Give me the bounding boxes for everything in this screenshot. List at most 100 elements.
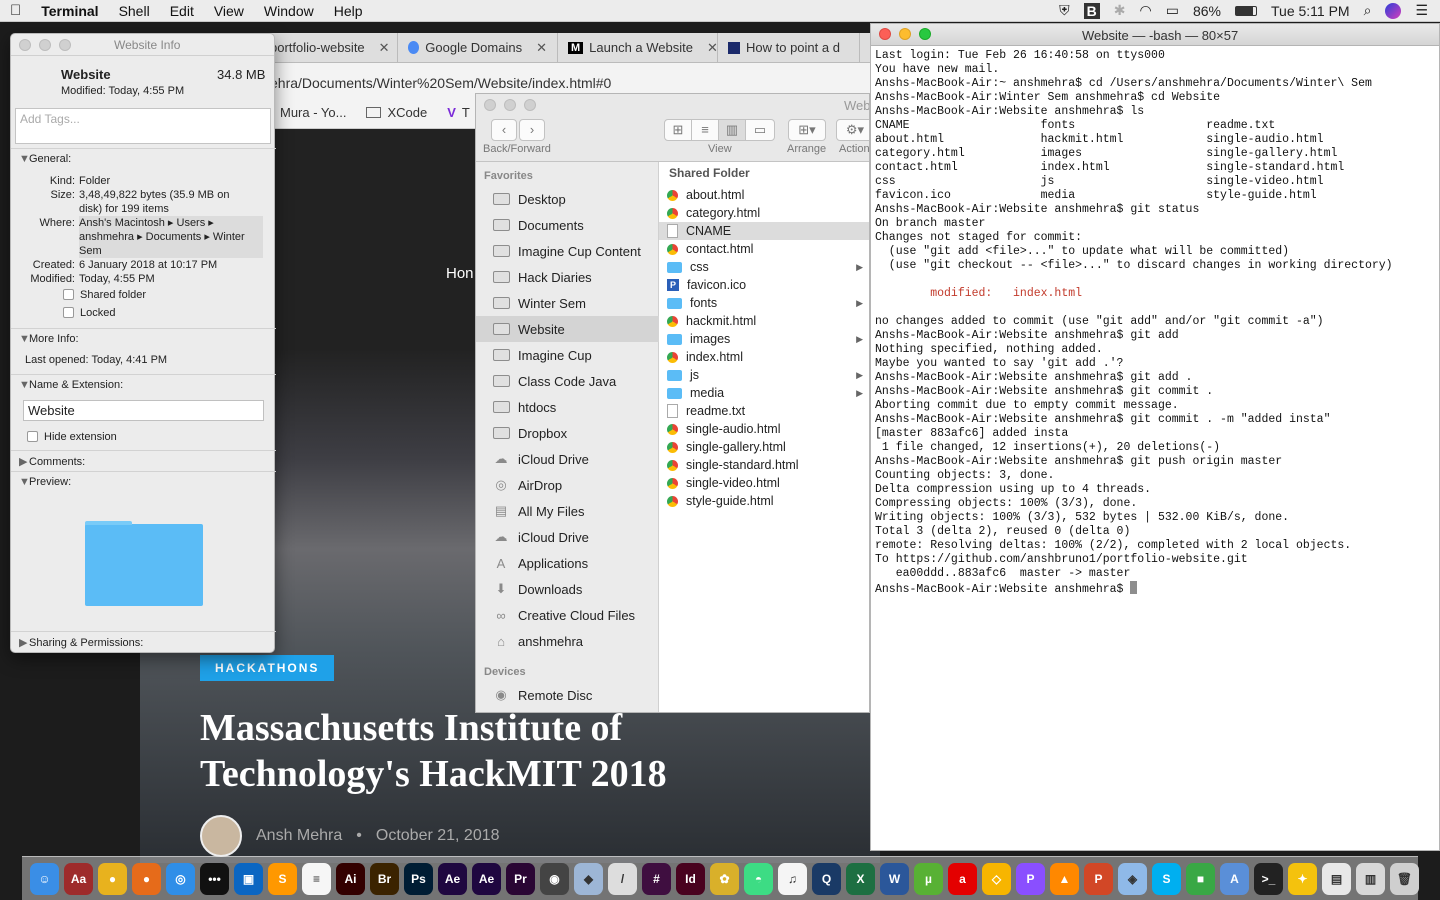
dock-photoshop-icon[interactable]: Ps [404, 862, 433, 895]
file-row[interactable]: single-video.html [659, 474, 869, 492]
file-row[interactable]: hackmit.html [659, 312, 869, 330]
checkbox[interactable] [63, 289, 74, 300]
dock-slack-icon[interactable]: # [642, 862, 671, 895]
category-badge[interactable]: HACKATHONS [200, 655, 335, 681]
file-row[interactable]: readme.txt [659, 402, 869, 420]
dock-terminal-icon[interactable]: >_ [1254, 862, 1283, 895]
terminal-output[interactable]: Last login: Tue Feb 26 16:40:58 on ttys0… [875, 49, 1435, 596]
tab-close-icon[interactable]: ✕ [707, 40, 717, 56]
tags-field[interactable]: Add Tags... [15, 108, 271, 144]
coverflow-view-button[interactable]: ▭ [745, 119, 775, 141]
dock-indesign-icon[interactable]: Id [676, 862, 705, 895]
file-row[interactable]: index.html [659, 348, 869, 366]
menu-help[interactable]: Help [324, 3, 373, 19]
sidebar-item-downloads[interactable]: ⬇ Downloads [476, 576, 659, 602]
dock-paw-icon[interactable]: P [1016, 862, 1045, 895]
tab-google-domains[interactable]: Google Domains ✕ [398, 32, 558, 63]
file-row[interactable]: CNAME [659, 222, 869, 240]
dock-transmit-icon[interactable]: ▲ [1050, 862, 1079, 895]
sidebar-item-remote-disc[interactable]: ◉ Remote Disc [476, 682, 659, 708]
app-status-icon[interactable]: B [1083, 2, 1100, 19]
column-view-button[interactable]: ▥ [718, 119, 746, 141]
notification-center-icon[interactable]: ☰ [1415, 2, 1428, 19]
bookmark-t[interactable]: VT [447, 105, 470, 120]
file-row[interactable]: single-standard.html [659, 456, 869, 474]
file-row[interactable]: category.html [659, 204, 869, 222]
dock-premiere-icon[interactable]: Pr [506, 862, 535, 895]
close-button[interactable] [484, 99, 496, 111]
shared-folder-checkbox[interactable]: Shared folder [63, 288, 146, 302]
dock-airtel-icon[interactable]: a [948, 862, 977, 895]
dock-safari-icon[interactable]: ◎ [166, 862, 195, 895]
dock-colors-icon[interactable]: ■ [1186, 862, 1215, 895]
sidebar-item-documents[interactable]: Documents [476, 212, 659, 238]
tab-close-icon[interactable]: ✕ [379, 40, 390, 56]
dock-after-effects-icon[interactable]: Ae [438, 862, 467, 895]
dock-app-dots-icon[interactable]: ••• [200, 862, 229, 895]
locked-checkbox[interactable]: Locked [63, 306, 115, 320]
tab-how-to-point[interactable]: How to point a d [718, 32, 860, 63]
dock-powerpoint-icon[interactable]: P [1084, 862, 1113, 895]
sidebar-item-all-my-files[interactable]: ▤ All My Files [476, 498, 659, 524]
sidebar-item-class-code-java[interactable]: Class Code Java [476, 368, 659, 394]
sidebar-item-icloud-drive[interactable]: ☁ iCloud Drive [476, 524, 659, 550]
dock-preview-icon[interactable]: ◈ [1118, 862, 1147, 895]
file-row[interactable]: js ▶ [659, 366, 869, 384]
sidebar-item-winter-sem[interactable]: Winter Sem [476, 290, 659, 316]
zoom-button[interactable] [59, 39, 71, 51]
dock-chrome-icon[interactable]: ● [98, 862, 127, 895]
clock[interactable]: Tue 5:11 PM [1271, 3, 1350, 19]
back-button[interactable]: ‹ [491, 119, 517, 141]
sidebar-item-creative-cloud-files[interactable]: ∞ Creative Cloud Files [476, 602, 659, 628]
dock-word-icon[interactable]: W [880, 862, 909, 895]
sidebar-item-icloud-drive[interactable]: ☁ iCloud Drive [476, 446, 659, 472]
dock-finder-icon[interactable]: ☺ [30, 862, 59, 895]
menu-view[interactable]: View [204, 3, 254, 19]
minimize-button[interactable] [504, 99, 516, 111]
siri-icon[interactable] [1385, 2, 1402, 19]
checkbox[interactable] [63, 307, 74, 318]
comments-section-toggle[interactable]: ▶ Comments: [19, 455, 85, 468]
dock-firefox-icon[interactable]: ● [132, 862, 161, 895]
menu-app-name[interactable]: Terminal [31, 3, 108, 19]
dock-quill-icon[interactable]: / [608, 862, 637, 895]
airplay-icon[interactable]: ▭ [1166, 2, 1179, 19]
post-author[interactable]: Ansh Mehra [256, 827, 342, 845]
icon-view-button[interactable]: ⊞ [664, 119, 692, 141]
close-button[interactable] [879, 28, 891, 40]
dock-itunes-icon[interactable]: ♫ [778, 862, 807, 895]
sidebar-item-imagine-cup-content[interactable]: Imagine Cup Content [476, 238, 659, 264]
battery-percent[interactable]: 86% [1193, 3, 1221, 19]
dock-illustrator-icon[interactable]: Ai [336, 862, 365, 895]
sidebar-item-hack-diaries[interactable]: Hack Diaries [476, 264, 659, 290]
zoom-button[interactable] [524, 99, 536, 111]
file-row[interactable]: css ▶ [659, 258, 869, 276]
sidebar-item-website[interactable]: Website [476, 316, 659, 342]
dock-excel-icon[interactable]: X [846, 862, 875, 895]
sidebar-item-airdrop[interactable]: ◎ AirDrop [476, 472, 659, 498]
dock-torrent-icon[interactable]: µ [914, 862, 943, 895]
more-info-section-toggle[interactable]: ▼More Info: [19, 333, 79, 345]
menu-shell[interactable]: Shell [109, 3, 160, 19]
dock-codesandbox-icon[interactable]: ▣ [234, 862, 263, 895]
name-field[interactable]: Website [23, 400, 264, 421]
minimize-button[interactable] [899, 28, 911, 40]
dock-bridge-icon[interactable]: Br [370, 862, 399, 895]
dock-sublime-icon[interactable]: S [268, 862, 297, 895]
file-row[interactable]: about.html [659, 186, 869, 204]
file-row[interactable]: single-audio.html [659, 420, 869, 438]
dock-box-icon[interactable]: ◆ [574, 862, 603, 895]
file-row[interactable]: media ▶ [659, 384, 869, 402]
dock-android-icon[interactable]: ◓ [744, 862, 773, 895]
dock-dictionary-icon[interactable]: Aa [64, 862, 93, 895]
tab-launch-website[interactable]: M Launch a Website ✕ [558, 32, 718, 63]
zoom-button[interactable] [919, 28, 931, 40]
general-section-toggle[interactable]: ▼General: [19, 153, 71, 165]
close-button[interactable] [19, 39, 31, 51]
bluetooth-icon[interactable]: ✱ [1114, 2, 1126, 19]
arrange-button[interactable]: ⊞▾ [788, 119, 826, 141]
menu-edit[interactable]: Edit [160, 3, 204, 19]
bookmark-xcode[interactable]: XCode [366, 105, 427, 120]
hide-extension-checkbox[interactable]: Hide extension [27, 430, 117, 444]
preview-section-toggle[interactable]: ▼Preview: [19, 476, 71, 488]
